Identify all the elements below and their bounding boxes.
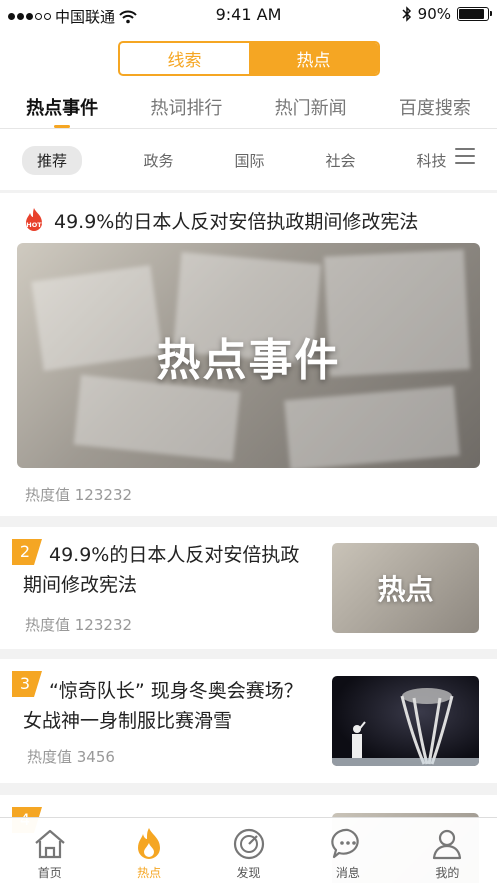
news-thumbnail-caption: 热点 — [377, 573, 434, 606]
news-heat: 热度值 3456 — [27, 748, 115, 766]
nav-label: 热点 — [137, 866, 162, 880]
flame-icon — [138, 828, 161, 859]
news-title[interactable]: 49.9%的日本人反对安倍执政期间修改宪法 — [23, 540, 313, 600]
nav-label: 发现 — [236, 866, 261, 880]
user-icon — [433, 829, 462, 860]
bluetooth-icon — [402, 6, 411, 22]
hot-news-image-caption: 热点事件 — [156, 334, 341, 386]
chat-icon — [331, 828, 359, 859]
tab-hot-events[interactable]: 热点事件 — [0, 87, 124, 128]
header: 线索 热点 热点事件 热词排行 热门新闻 百度搜索 推荐 政务 国际 社会 科技 — [0, 30, 497, 190]
hot-news-card[interactable]: HOT 49.9%的日本人反对安倍执政期间修改宪法 热点事件 热度值 12323… — [0, 193, 497, 516]
nav-home[interactable]: 首页 — [0, 818, 99, 883]
category-tabs: 推荐 政务 国际 社会 科技 — [0, 140, 497, 180]
tab-hot-news[interactable]: 热门新闻 — [249, 87, 373, 128]
hot-news-image[interactable]: 热点事件 — [17, 243, 480, 468]
nav-discover[interactable]: 发现 — [199, 818, 298, 883]
hot-badge-label: HOT — [26, 221, 42, 229]
hot-news-title[interactable]: 49.9%的日本人反对安倍执政期间修改宪法 — [54, 207, 418, 234]
segment-clues[interactable]: 线索 — [120, 43, 249, 74]
home-icon — [34, 829, 65, 859]
nav-label: 我的 — [435, 866, 460, 880]
hot-news-heat: 热度值 123232 — [25, 486, 133, 504]
compass-icon — [233, 828, 264, 860]
bottom-nav: 首页 热点 发现 消息 我的 — [0, 817, 497, 883]
category-international[interactable]: 国际 — [204, 150, 295, 171]
nav-messages[interactable]: 消息 — [298, 818, 397, 883]
tab-hot-words[interactable]: 热词排行 — [124, 87, 248, 128]
nav-hot[interactable]: 热点 — [99, 818, 198, 883]
category-politics[interactable]: 政务 — [113, 150, 204, 171]
news-heat: 热度值 123232 — [25, 616, 133, 634]
segment-control: 线索 热点 — [118, 41, 380, 76]
category-society[interactable]: 社会 — [295, 150, 386, 171]
news-item-3[interactable]: 3 “惊奇队长” 现身冬奥会赛场？女战神一身制服比赛滑雪 热度值 3456 — [0, 659, 497, 783]
news-item-2[interactable]: 2 49.9%的日本人反对安倍执政期间修改宪法 热度值 123232 热点 — [0, 527, 497, 649]
category-recommend[interactable]: 推荐 — [22, 145, 82, 175]
nav-label: 首页 — [37, 866, 62, 880]
status-bar: 中国联通 9:41 AM 90% — [0, 0, 497, 30]
battery-fill — [459, 9, 485, 19]
menu-icon[interactable] — [455, 148, 475, 164]
segment-hot[interactable]: 热点 — [249, 43, 378, 74]
top-tabs: 热点事件 热词排行 热门新闻 百度搜索 — [0, 87, 497, 129]
tab-baidu-search[interactable]: 百度搜索 — [373, 87, 497, 128]
nav-profile[interactable]: 我的 — [398, 818, 497, 883]
news-title[interactable]: “惊奇队长” 现身冬奥会赛场？女战神一身制服比赛滑雪 — [23, 676, 313, 736]
status-right: 90% — [402, 5, 492, 23]
battery-percent: 90% — [417, 5, 451, 23]
news-thumbnail[interactable] — [332, 676, 479, 766]
figure-skater-image — [332, 688, 479, 766]
news-thumbnail[interactable]: 热点 — [332, 543, 479, 633]
hot-flame-icon: HOT — [26, 208, 42, 231]
battery-icon — [457, 7, 492, 21]
nav-label: 消息 — [335, 866, 360, 880]
